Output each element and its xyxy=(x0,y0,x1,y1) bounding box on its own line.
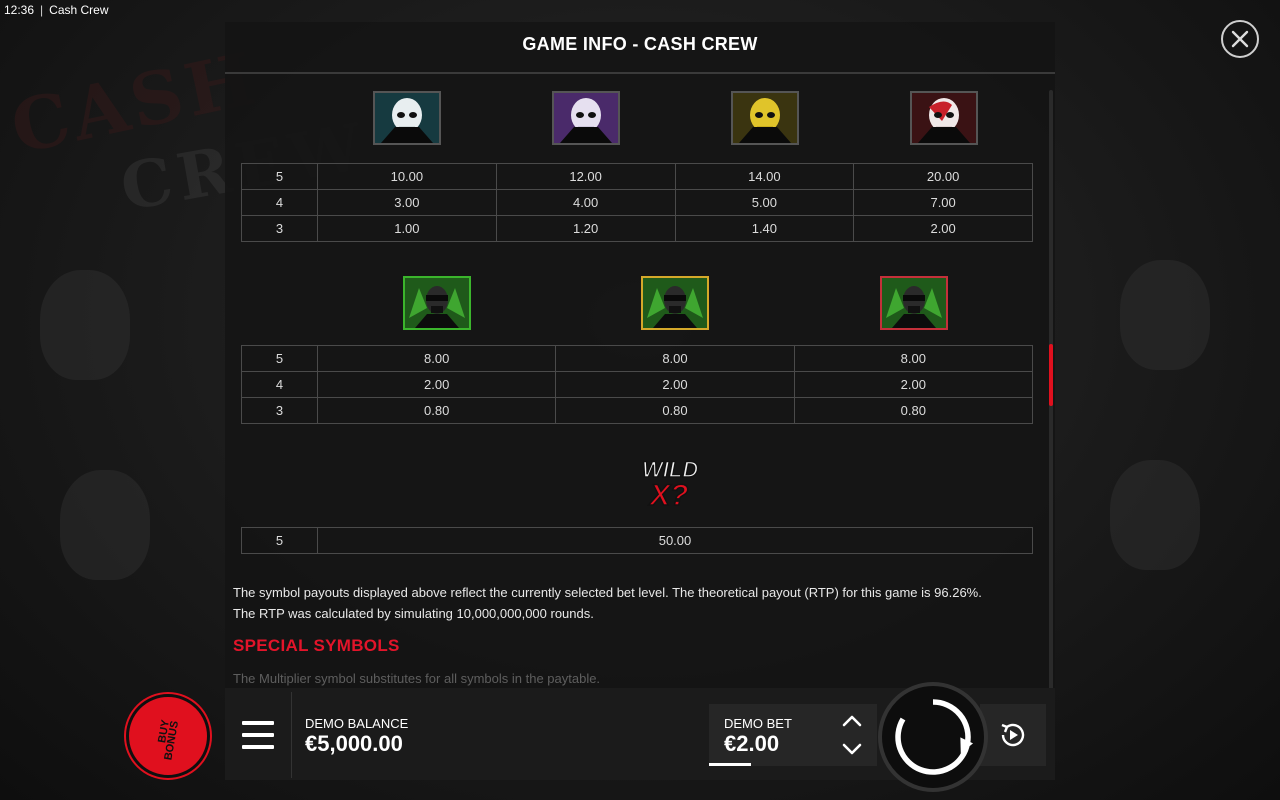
match-count: 4 xyxy=(241,189,318,216)
match-count: 3 xyxy=(241,397,318,424)
payout-cell: 50.00 xyxy=(317,527,1033,554)
skull-purple-icon xyxy=(552,91,620,145)
hamburger-line xyxy=(242,721,274,725)
table-row: 5 8.00 8.00 8.00 xyxy=(241,345,1034,372)
payout-cell: 2.00 xyxy=(853,215,1033,242)
payout-cell: 2.00 xyxy=(316,371,557,398)
status-app-name: Cash Crew xyxy=(49,3,109,17)
bet-value: €2.00 xyxy=(724,731,780,756)
high-symbol-paytable: 5 10.00 12.00 14.00 20.00 4 3.00 4.00 5.… xyxy=(241,163,1033,242)
skull-yellow-icon xyxy=(731,91,799,145)
svg-text:X?: X? xyxy=(648,479,688,511)
autoplay-icon xyxy=(1001,723,1025,747)
table-row: 3 1.00 1.20 1.40 2.00 xyxy=(241,215,1033,242)
table-row: 5 50.00 xyxy=(241,527,1033,554)
balance-label: DEMO BALANCE xyxy=(305,716,409,731)
payout-cell: 2.00 xyxy=(555,371,795,398)
hamburger-line xyxy=(242,733,274,737)
background-skull xyxy=(1110,460,1200,570)
spin-icon xyxy=(895,699,974,775)
panel-title: GAME INFO - CASH CREW xyxy=(522,34,758,54)
payout-cell: 0.80 xyxy=(793,397,1034,424)
background-skull xyxy=(60,470,150,580)
payout-cell: 0.80 xyxy=(316,397,557,424)
buy-bonus-label: BUY BONUS xyxy=(145,714,191,761)
payout-cell: 1.00 xyxy=(317,215,497,242)
payout-cell: 8.00 xyxy=(555,345,795,372)
background-skull xyxy=(40,270,130,380)
payout-cell: 0.80 xyxy=(555,397,795,424)
bar-divider xyxy=(291,692,292,778)
table-row: 3 0.80 0.80 0.80 xyxy=(241,397,1034,424)
title-divider xyxy=(225,72,1055,74)
gangster-red-frame-icon xyxy=(880,276,948,330)
skull-cyan-icon xyxy=(373,91,441,145)
bet-increase-button[interactable] xyxy=(840,710,864,732)
match-count: 5 xyxy=(241,527,318,554)
chevron-up-icon xyxy=(842,715,862,727)
hamburger-line xyxy=(242,745,274,749)
match-count: 5 xyxy=(241,163,318,190)
rtp-line-1: The symbol payouts displayed above refle… xyxy=(233,585,982,600)
payout-cell: 20.00 xyxy=(853,163,1033,190)
status-bar: 12:36 | Cash Crew xyxy=(0,0,109,20)
payout-cell: 14.00 xyxy=(674,163,855,190)
payout-cell: 2.00 xyxy=(793,371,1034,398)
mid-symbol-paytable: 5 8.00 8.00 8.00 4 2.00 2.00 2.00 3 0.80… xyxy=(241,345,1034,424)
payout-cell: 5.00 xyxy=(674,189,855,216)
table-row: 5 10.00 12.00 14.00 20.00 xyxy=(241,163,1033,190)
payout-cell: 8.00 xyxy=(316,345,557,372)
bet-decrease-button[interactable] xyxy=(840,738,864,760)
payout-cell: 12.00 xyxy=(495,163,676,190)
table-row: 4 3.00 4.00 5.00 7.00 xyxy=(241,189,1033,216)
bet-display[interactable]: DEMO BET €2.00 xyxy=(709,704,827,766)
bet-level-indicator xyxy=(709,763,751,766)
status-separator: | xyxy=(40,3,44,17)
match-count: 5 xyxy=(241,345,318,372)
payout-cell: 1.20 xyxy=(495,215,676,242)
rtp-description: The symbol payouts displayed above refle… xyxy=(233,582,1043,624)
skull-red-icon xyxy=(910,91,978,145)
bet-stepper xyxy=(827,704,877,766)
payout-cell: 4.00 xyxy=(495,189,676,216)
scrollbar-thumb[interactable] xyxy=(1049,344,1053,406)
scrollbar[interactable] xyxy=(1049,90,1053,690)
gangster-gold-frame-icon xyxy=(641,276,709,330)
buy-bonus-button[interactable]: BUY BONUS xyxy=(126,694,210,778)
rtp-line-2: The RTP was calculated by simulating 10,… xyxy=(233,606,594,621)
close-icon xyxy=(1231,30,1249,48)
match-count: 4 xyxy=(241,371,318,398)
menu-button[interactable] xyxy=(240,716,276,754)
close-button[interactable] xyxy=(1221,20,1259,58)
bet-label: DEMO BET xyxy=(724,716,792,731)
autoplay-button[interactable] xyxy=(980,704,1046,766)
chevron-down-icon xyxy=(842,743,862,755)
payout-cell: 8.00 xyxy=(793,345,1034,372)
table-row: 4 2.00 2.00 2.00 xyxy=(241,371,1034,398)
status-time: 12:36 xyxy=(4,3,35,17)
payout-cell: 10.00 xyxy=(317,163,497,190)
payout-cell: 3.00 xyxy=(317,189,497,216)
wild-x-icon: WILD X? xyxy=(640,455,712,513)
spin-button[interactable] xyxy=(878,682,988,792)
background-skull xyxy=(1120,260,1210,370)
match-count: 3 xyxy=(241,215,318,242)
wild-symbol-paytable: 5 50.00 xyxy=(241,527,1033,554)
balance-value: €5,000.00 xyxy=(305,731,403,756)
special-symbols-heading: SPECIAL SYMBOLS xyxy=(233,636,400,655)
payout-cell: 1.40 xyxy=(674,215,855,242)
special-symbols-text: The Multiplier symbol substitutes for al… xyxy=(233,671,601,686)
gangster-green-frame-icon xyxy=(403,276,471,330)
payout-cell: 7.00 xyxy=(853,189,1033,216)
